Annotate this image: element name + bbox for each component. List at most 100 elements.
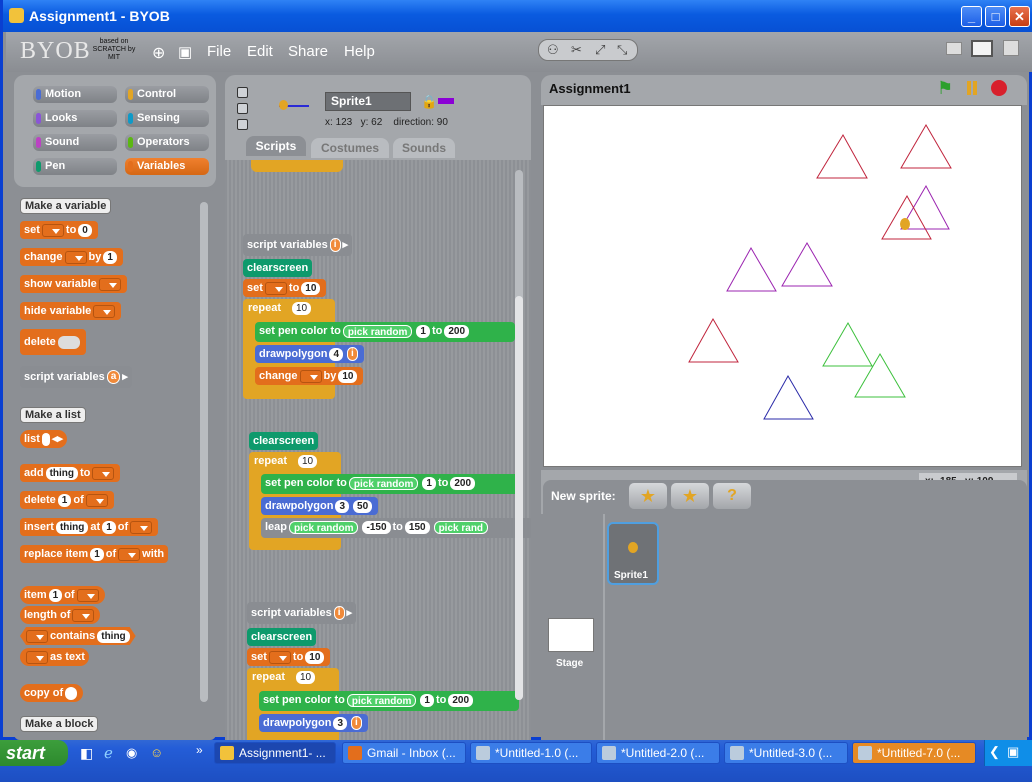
list-dropdown[interactable] — [85, 493, 108, 507]
scripts-area[interactable]: script variables i ▸ clearscreen set to 10 r… — [225, 160, 531, 740]
globe-icon[interactable]: ⊕ — [152, 43, 165, 63]
task-byob[interactable]: Assignment1- ... — [214, 742, 336, 764]
menu-file[interactable]: File — [207, 43, 231, 60]
script-variables-block[interactable]: script variables i ▸ — [243, 234, 353, 256]
pick-random-reporter[interactable]: pick random — [289, 520, 359, 534]
task-gmail[interactable]: Gmail - Inbox (... — [342, 742, 466, 764]
list-dropdown[interactable] — [26, 630, 48, 643]
rotate-style-full-icon[interactable] — [237, 87, 248, 98]
duplicate-icon[interactable]: ⚇ — [547, 42, 559, 58]
task-untitled-2[interactable]: *Untitled-2.0 (... — [596, 742, 720, 764]
repeat-count-slot[interactable]: 10 — [292, 302, 312, 315]
set-pen-color-block[interactable]: set pen color to pick random 1 to 200 — [261, 474, 521, 494]
hide-variable-block[interactable]: hide variable — [20, 302, 122, 320]
show-variable-block[interactable]: show variable — [20, 275, 127, 293]
pick-random-reporter-2[interactable]: pick rand — [433, 520, 489, 534]
contains-block[interactable]: contains thing — [20, 627, 136, 645]
make-list-button[interactable]: Make a list — [20, 407, 86, 423]
copy-of-block[interactable]: copy of — [20, 684, 84, 702]
messenger-icon[interactable]: ☺ — [150, 745, 163, 760]
menu-share[interactable]: Share — [288, 43, 328, 60]
clearscreen-block[interactable]: clearscreen — [243, 259, 313, 277]
choose-sprite-folder-icon[interactable]: ★ — [671, 483, 709, 509]
network-icon[interactable]: ▣ — [1007, 744, 1019, 760]
list-block[interactable]: list ◂▸ — [20, 430, 67, 448]
sprite-tile[interactable]: Sprite1 — [607, 522, 659, 585]
stop-icon[interactable] — [991, 80, 1007, 96]
palette-scrollbar[interactable] — [200, 202, 208, 702]
random-from-slot[interactable]: 1 — [416, 324, 430, 338]
internet-explorer-icon[interactable]: ℯ — [104, 744, 113, 762]
set-pen-color-block[interactable]: set pen color to pick random 1 to 200 — [255, 322, 515, 342]
item-of-block[interactable]: item 1 of — [20, 586, 105, 604]
arrow-right-icon[interactable]: ▸ — [122, 371, 128, 383]
task-untitled-3[interactable]: *Untitled-3.0 (... — [724, 742, 848, 764]
list-dropdown[interactable] — [76, 588, 99, 602]
replace-item-block[interactable]: replace item 1 of with — [20, 545, 169, 563]
add-item-slot[interactable]: thing — [45, 466, 78, 480]
close-button[interactable]: ✕ — [1009, 6, 1030, 27]
variable-dropdown[interactable] — [41, 223, 64, 237]
shrink-icon[interactable]: ⤡ — [617, 42, 627, 58]
rotate-style-flip-icon[interactable] — [237, 103, 248, 114]
drawpolygon-block[interactable]: drawpolygon 3 50 — [261, 497, 379, 515]
random-to-slot[interactable]: 200 — [448, 693, 474, 707]
normal-stage-icon[interactable] — [971, 40, 993, 57]
tab-sounds[interactable]: Sounds — [393, 138, 455, 158]
var-i[interactable]: i — [351, 716, 362, 731]
pick-random-reporter[interactable]: pick random — [342, 324, 413, 338]
list-dropdown[interactable] — [72, 608, 95, 622]
show-desktop-icon[interactable]: ◧ — [80, 745, 93, 762]
random-to-slot[interactable]: 200 — [450, 476, 476, 490]
list-slot[interactable] — [41, 432, 50, 446]
list-dropdown[interactable] — [118, 547, 141, 561]
category-operators[interactable]: Operators — [125, 134, 209, 151]
category-pen[interactable]: Pen — [33, 158, 117, 175]
task-untitled-7[interactable]: *Untitled-7.0 (... — [852, 742, 976, 764]
add-block[interactable]: add thing to — [20, 464, 121, 482]
grow-icon[interactable]: ⤢ — [595, 42, 605, 58]
random-from-slot[interactable]: 1 — [420, 693, 434, 707]
repeat-block-end[interactable] — [251, 160, 343, 172]
length-of-block[interactable]: length of — [20, 606, 101, 624]
delete-block[interactable]: delete — [20, 329, 86, 355]
index-slot[interactable]: 1 — [57, 493, 72, 507]
tab-scripts[interactable]: Scripts — [246, 136, 306, 156]
set-pen-color-block[interactable]: set pen color to pick random 1 to 200 — [259, 691, 519, 711]
leap-block[interactable]: leap pick random -150 to 150 pick rand — [261, 518, 531, 538]
menu-help[interactable]: Help — [344, 43, 375, 60]
index-slot[interactable]: 1 — [48, 588, 63, 602]
set-block[interactable]: set to 10 — [247, 648, 331, 666]
clearscreen-block[interactable]: clearscreen — [247, 628, 317, 646]
media-player-icon[interactable]: ◉ — [126, 745, 137, 761]
change-value-slot[interactable]: 1 — [103, 250, 117, 264]
tray-arrow-icon[interactable]: ❮ — [989, 744, 1000, 760]
index-slot[interactable]: 1 — [90, 547, 104, 561]
var-i[interactable]: i — [329, 238, 341, 253]
arrow-right-icon[interactable]: ▸ — [343, 239, 349, 251]
insert-block[interactable]: insert thing at 1 of — [20, 518, 159, 536]
delete-of-block[interactable]: delete 1 of — [20, 491, 114, 509]
size-slot[interactable]: 50 — [353, 499, 373, 513]
variable-dropdown[interactable] — [64, 250, 87, 264]
scripts-scrollbar-thumb[interactable] — [515, 296, 523, 700]
stage-canvas[interactable] — [543, 105, 1022, 467]
task-untitled-1[interactable]: *Untitled-1.0 (... — [470, 742, 592, 764]
script-variables-block[interactable]: script variables a ▸ — [20, 366, 132, 388]
var-i[interactable]: i — [347, 347, 358, 362]
set-value-slot[interactable]: 10 — [305, 650, 325, 664]
list-dropdown[interactable] — [26, 650, 48, 664]
delete-slot[interactable] — [57, 335, 80, 349]
list-icon[interactable] — [65, 686, 78, 700]
category-sound[interactable]: Sound — [33, 134, 117, 151]
repeat-count-slot[interactable]: 10 — [298, 455, 318, 468]
sprite-name-field[interactable]: Sprite1 — [325, 92, 411, 111]
save-icon[interactable]: ▣ — [178, 43, 192, 61]
delete-tool-icon[interactable]: ✂ — [571, 42, 582, 58]
paint-new-sprite-icon[interactable]: ★ — [629, 483, 667, 509]
set-value-slot[interactable]: 10 — [301, 281, 321, 295]
chevron-right-icon[interactable]: » — [196, 743, 203, 757]
drawpolygon-block[interactable]: drawpolygon 3 i — [259, 714, 368, 732]
variable-dropdown[interactable] — [264, 281, 287, 295]
green-flag-icon[interactable]: ⚑ — [937, 78, 953, 99]
